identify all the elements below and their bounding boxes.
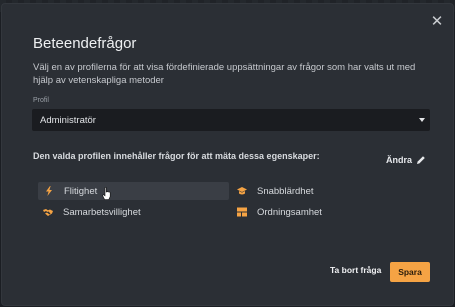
property-label: Snabblärdhet: [257, 185, 314, 197]
profile-label: Profil: [33, 97, 49, 104]
save-button[interactable]: Spara: [390, 262, 430, 282]
dialog-title: Beteendefrågor: [33, 35, 137, 52]
property-label: Ordningsamhet: [257, 206, 322, 218]
close-icon[interactable]: ✕: [430, 14, 444, 29]
hand-pointer-cursor-icon: [102, 187, 111, 200]
edit-label: Ändra: [386, 155, 413, 165]
graduation-cap-icon: [237, 187, 247, 195]
delete-question-button[interactable]: Ta bort fråga: [330, 265, 381, 275]
behavior-questions-dialog: ✕ Beteendefrågor Välj en av profilerna f…: [2, 4, 453, 305]
properties-heading: Den valda profilen innehåller frågor för…: [33, 151, 320, 161]
property-item-samarbetsvillighet[interactable]: Samarbetsvillighet: [38, 203, 229, 221]
profile-select[interactable]: Administratör: [32, 109, 430, 131]
profile-select-value: Administratör: [40, 115, 96, 126]
property-item-snabblardhet[interactable]: Snabblärdhet: [234, 182, 424, 200]
property-label: Samarbetsvillighet: [63, 206, 141, 218]
handshake-icon: [43, 209, 53, 216]
property-item-flitighet[interactable]: Flitighet: [38, 182, 229, 200]
grid-blocks-icon: [237, 207, 247, 217]
edit-button[interactable]: Ändra: [386, 154, 426, 166]
pencil-icon: [417, 156, 425, 164]
property-item-ordningsamhet[interactable]: Ordningsamhet: [234, 203, 424, 221]
dialog-description: Välj en av profilerna för att visa förde…: [33, 62, 416, 86]
property-label: Flitighet: [64, 185, 98, 197]
lightning-bolt-icon: [46, 186, 52, 196]
caret-down-icon: [419, 118, 425, 122]
